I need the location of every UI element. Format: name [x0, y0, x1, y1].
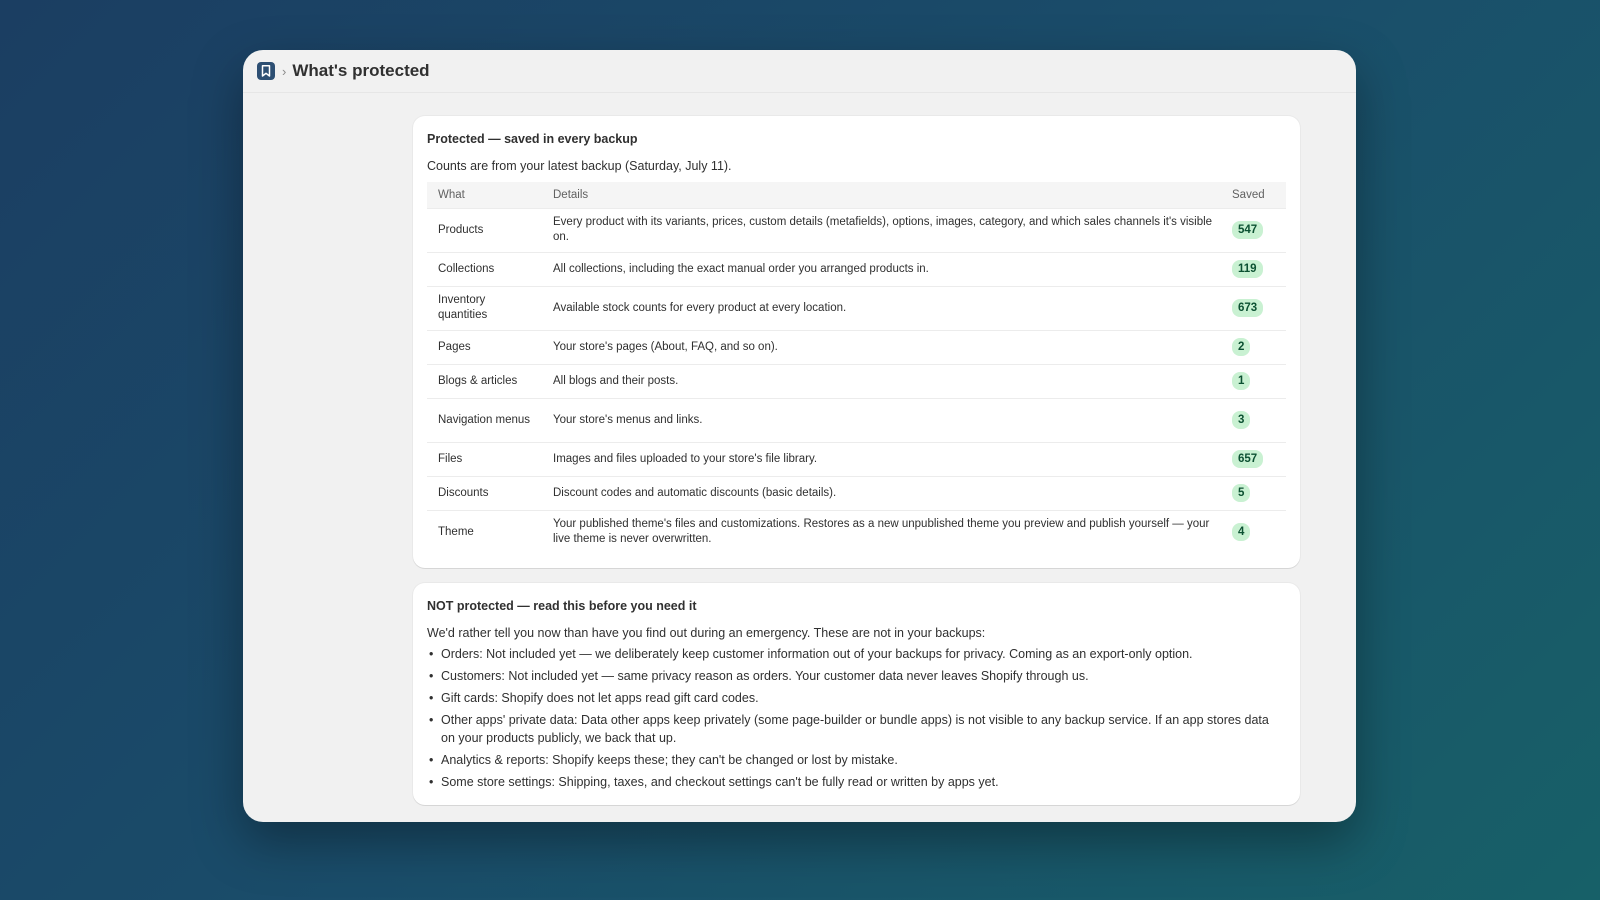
page-title: What's protected — [292, 61, 430, 80]
row-details: Your published theme's files and customi… — [542, 509, 1232, 554]
protected-table: What Details Saved Products Every produc… — [427, 182, 1286, 554]
count-badge: 547 — [1232, 221, 1264, 239]
table-row: Collections All collections, including t… — [427, 251, 1286, 286]
count-badge: 119 — [1232, 260, 1263, 278]
row-what: Inventory quantities — [427, 285, 542, 330]
column-header-details: Details — [553, 188, 589, 201]
row-details: All blogs and their posts. — [542, 363, 1232, 398]
table-row: Products Every product with its variants… — [427, 207, 1286, 252]
list-item: Analytics & reports: Shopify keeps these… — [427, 751, 1286, 769]
not-protected-heading: NOT protected — read this before you nee… — [427, 599, 697, 613]
bookmark-icon[interactable] — [257, 62, 275, 80]
row-what: Theme — [427, 509, 542, 554]
protected-subtitle: Counts are from your latest backup (Satu… — [427, 159, 732, 173]
row-details: Available stock counts for every product… — [542, 285, 1232, 330]
list-item: Customers: Not included yet — same priva… — [427, 667, 1286, 685]
column-header-saved: Saved — [1232, 188, 1265, 201]
table-row: Blogs & articles All blogs and their pos… — [427, 363, 1286, 398]
table-row: Navigation menus Your store's menus and … — [427, 397, 1286, 442]
count-badge: 657 — [1232, 450, 1264, 468]
list-item: Some store settings: Shipping, taxes, an… — [427, 773, 1286, 791]
title-bar: › What's protected — [243, 50, 1356, 93]
table-row: Pages Your store's pages (About, FAQ, an… — [427, 329, 1286, 364]
row-what: Products — [427, 207, 542, 252]
row-what: Collections — [427, 251, 542, 286]
count-badge: 2 — [1232, 338, 1251, 356]
count-badge: 673 — [1232, 299, 1264, 317]
list-item: Orders: Not included yet — we deliberate… — [427, 645, 1286, 663]
row-what: Files — [427, 441, 542, 476]
not-protected-card: NOT protected — read this before you nee… — [413, 583, 1300, 805]
row-details: Your store's pages (About, FAQ, and so o… — [542, 329, 1232, 364]
not-protected-list: Orders: Not included yet — we deliberate… — [427, 645, 1286, 791]
count-badge: 4 — [1232, 523, 1251, 542]
row-details: Every product with its variants, prices,… — [542, 207, 1232, 252]
row-what: Navigation menus — [427, 397, 542, 442]
table-row: Inventory quantities Available stock cou… — [427, 285, 1286, 330]
main-content: Protected — saved in every backup Counts… — [413, 116, 1300, 820]
app-window: › What's protected Protected — saved in … — [243, 50, 1356, 822]
chevron-right-icon: › — [282, 63, 287, 79]
protected-card: Protected — saved in every backup Counts… — [413, 116, 1300, 568]
not-protected-subtitle: We'd rather tell you now than have you f… — [427, 626, 986, 640]
table-row: Theme Your published theme's files and c… — [427, 509, 1286, 554]
row-details: Discount codes and automatic discounts (… — [542, 475, 1232, 510]
count-badge: 3 — [1232, 411, 1251, 429]
row-details: Your store's menus and links. — [542, 397, 1232, 442]
row-what: Pages — [427, 329, 542, 364]
row-details: All collections, including the exact man… — [542, 251, 1232, 286]
table-header: What Details Saved — [427, 182, 1286, 208]
row-what: Blogs & articles — [427, 363, 542, 398]
table-row: Files Images and files uploaded to your … — [427, 441, 1286, 476]
row-details: Images and files uploaded to your store'… — [542, 441, 1232, 476]
column-header-what: What — [438, 188, 465, 201]
count-badge: 1 — [1232, 372, 1251, 390]
count-badge: 5 — [1232, 484, 1251, 502]
table-row: Discounts Discount codes and automatic d… — [427, 475, 1286, 510]
list-item: Other apps' private data: Data other app… — [427, 711, 1286, 747]
row-what: Discounts — [427, 475, 542, 510]
list-item: Gift cards: Shopify does not let apps re… — [427, 689, 1286, 707]
protected-heading: Protected — saved in every backup — [427, 132, 638, 146]
